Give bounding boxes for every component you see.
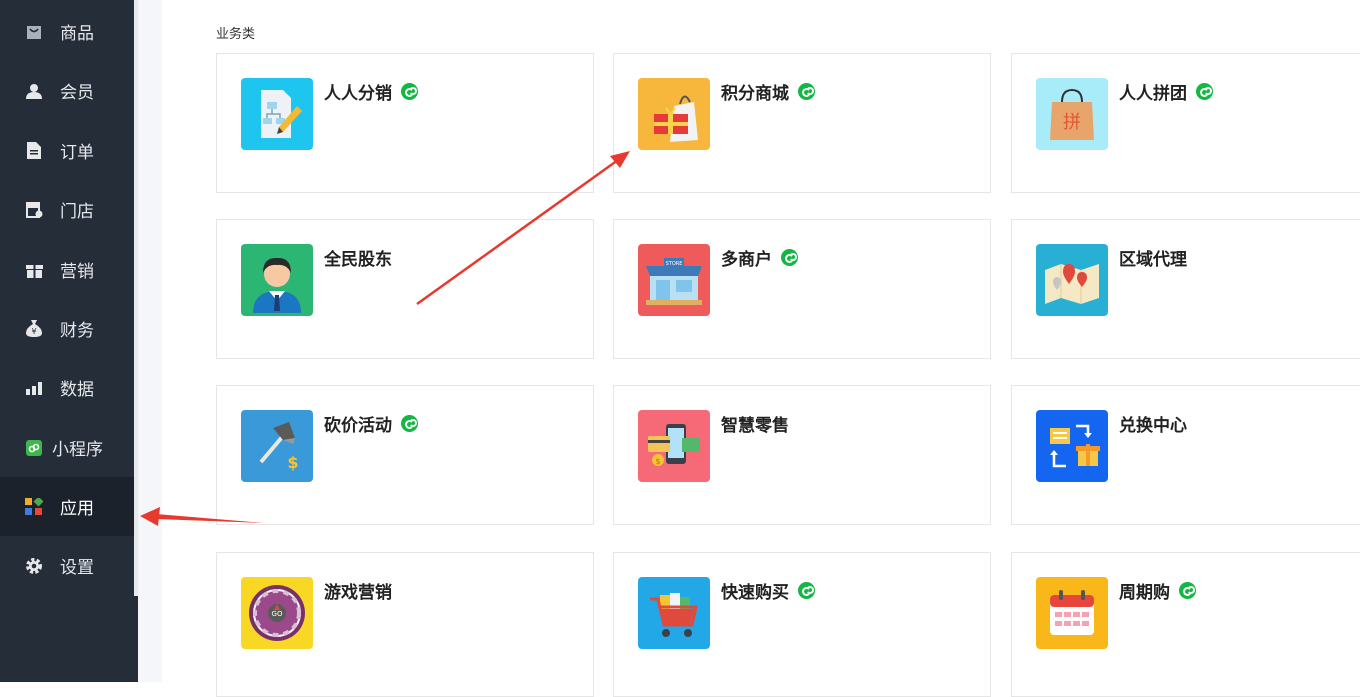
app-card[interactable]: 拼 人人拼团 xyxy=(1011,53,1360,193)
shopping-bag-gift-icon xyxy=(638,78,710,150)
sidebar-item-mini-program[interactable]: 小程序 xyxy=(0,418,134,477)
app-title: 全民股东 xyxy=(324,250,392,270)
sidebar-item-label: 营销 xyxy=(60,262,94,282)
sidebar-item-label: 小程序 xyxy=(52,440,103,460)
money-bag-icon: ¥ xyxy=(25,320,43,338)
group-buy-bag-icon: 拼 xyxy=(1036,78,1108,150)
sidebar-item-data[interactable]: 数据 xyxy=(0,358,134,417)
document-icon xyxy=(25,142,43,160)
axe-icon: $ xyxy=(241,410,313,482)
app-card[interactable]: 人人分销 xyxy=(216,53,594,193)
app-title: 人人分销 xyxy=(324,84,392,104)
sidebar-item-goods[interactable]: 商品 xyxy=(0,2,134,61)
mini-program-badge-icon xyxy=(781,249,798,266)
app-card[interactable]: STORE 多商户 xyxy=(613,219,991,359)
mini-program-badge-icon xyxy=(1179,582,1196,599)
calendar-icon xyxy=(1036,577,1108,649)
sidebar-item-stores[interactable]: 门店 xyxy=(0,180,134,239)
gift-icon xyxy=(25,261,43,279)
app-title: 砍价活动 xyxy=(324,416,392,436)
sidebar: 商品 会员 订单 门店 营销 ¥ 财务 数据 小程序 应用 设置 xyxy=(0,0,134,682)
sidebar-item-marketing[interactable]: 营销 xyxy=(0,240,134,299)
sidebar-item-label: 门店 xyxy=(60,202,94,222)
bar-chart-icon xyxy=(25,379,43,397)
app-card[interactable]: 区域代理 xyxy=(1011,219,1360,359)
mini-program-badge-icon xyxy=(401,415,418,432)
mobile-pay-icon: $ xyxy=(638,410,710,482)
svg-text:$: $ xyxy=(655,457,660,466)
sidebar-item-label: 数据 xyxy=(60,380,94,400)
sidebar-item-apps[interactable]: 应用 xyxy=(0,477,134,536)
svg-text:GO: GO xyxy=(272,610,283,618)
sidebar-item-label: 财务 xyxy=(60,321,94,341)
content-gutter xyxy=(138,0,162,682)
user-icon xyxy=(25,82,43,100)
app-card[interactable]: 快速购买 xyxy=(613,552,991,697)
sidebar-item-label: 应用 xyxy=(60,499,94,519)
sidebar-item-members[interactable]: 会员 xyxy=(0,61,134,120)
gear-icon xyxy=(25,557,43,575)
mini-program-badge-icon xyxy=(1196,83,1213,100)
bag-icon xyxy=(25,23,43,41)
sidebar-item-orders[interactable]: 订单 xyxy=(0,121,134,180)
app-title: 积分商城 xyxy=(721,84,789,104)
mini-program-badge-icon xyxy=(401,83,418,100)
sidebar-item-finance[interactable]: ¥ 财务 xyxy=(0,299,134,358)
app-title: 游戏营销 xyxy=(324,583,392,603)
app-card[interactable]: 全民股东 xyxy=(216,219,594,359)
svg-text:$: $ xyxy=(287,453,298,472)
sidebar-item-label: 订单 xyxy=(60,143,94,163)
prize-wheel-icon: GO xyxy=(241,577,313,649)
app-title: 区域代理 xyxy=(1119,250,1187,270)
app-title: 周期购 xyxy=(1119,583,1170,603)
svg-text:拼: 拼 xyxy=(1063,112,1081,133)
apps-icon xyxy=(25,497,43,516)
sidebar-item-settings[interactable]: 设置 xyxy=(0,536,134,595)
app-title: 快速购买 xyxy=(721,583,789,603)
mini-program-icon xyxy=(25,439,43,457)
map-pin-icon xyxy=(1036,244,1108,316)
mini-program-badge-icon xyxy=(798,582,815,599)
svg-text:STORE: STORE xyxy=(666,261,683,267)
app-card[interactable]: $ 智慧零售 xyxy=(613,385,991,525)
app-card[interactable]: 周期购 xyxy=(1011,552,1360,697)
sidebar-item-label: 商品 xyxy=(60,24,94,44)
distribution-icon xyxy=(241,78,313,150)
storefront-icon: STORE xyxy=(638,244,710,316)
app-card[interactable]: $ 砍价活动 xyxy=(216,385,594,525)
businessman-icon xyxy=(241,244,313,316)
exchange-icon xyxy=(1036,410,1108,482)
app-title: 人人拼团 xyxy=(1119,84,1187,104)
store-icon xyxy=(25,201,43,219)
app-card[interactable]: GO 游戏营销 xyxy=(216,552,594,697)
app-card[interactable]: 积分商城 xyxy=(613,53,991,193)
sidebar-item-label: 设置 xyxy=(60,558,94,578)
app-title: 多商户 xyxy=(721,250,772,270)
shopping-cart-icon xyxy=(638,577,710,649)
svg-text:¥: ¥ xyxy=(31,327,36,336)
mini-program-badge-icon xyxy=(798,83,815,100)
section-title: 业务类 xyxy=(216,27,256,42)
app-title: 兑换中心 xyxy=(1119,416,1187,436)
app-title: 智慧零售 xyxy=(721,416,789,436)
sidebar-item-label: 会员 xyxy=(60,83,94,103)
app-card[interactable]: 兑换中心 xyxy=(1011,385,1360,525)
